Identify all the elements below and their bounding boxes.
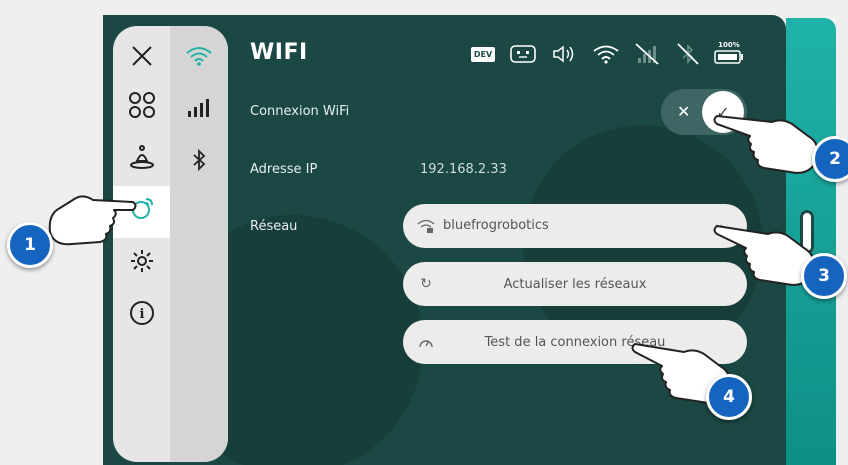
volume-icon bbox=[551, 42, 577, 66]
toggle-off-icon: ✕ bbox=[677, 102, 691, 121]
callout-badge-4: 4 bbox=[706, 374, 752, 420]
svg-text:i: i bbox=[139, 307, 144, 322]
ip-address-label: Adresse IP bbox=[250, 162, 318, 177]
sub-bluetooth-icon[interactable] bbox=[170, 134, 228, 186]
dev-badge: DEV bbox=[470, 42, 496, 66]
robot-bell-icon bbox=[128, 143, 156, 177]
refresh-networks-button[interactable]: ↻ Actualiser les réseaux bbox=[403, 262, 747, 306]
wifi-connection-label: Connexion WiFi bbox=[250, 104, 350, 119]
pointing-hand-icon bbox=[48, 195, 137, 246]
signal-off-icon bbox=[633, 42, 661, 66]
ip-address-value: 192.168.2.33 bbox=[420, 162, 507, 177]
bluetooth-off-icon bbox=[675, 42, 701, 66]
sidebar-item-apps[interactable] bbox=[113, 82, 170, 134]
page-title: WIFI bbox=[250, 40, 308, 65]
refresh-icon: ↻ bbox=[420, 276, 432, 292]
sub-wifi-icon[interactable] bbox=[170, 30, 228, 82]
refresh-networks-label: Actualiser les réseaux bbox=[503, 276, 647, 292]
network-selected-value: bluefrogrobotics bbox=[443, 218, 549, 233]
network-label: Réseau bbox=[250, 219, 298, 234]
wifi-icon bbox=[591, 42, 621, 66]
network-dropdown[interactable]: bluefrogrobotics ⌄ bbox=[403, 204, 747, 248]
robot-face-icon bbox=[509, 42, 537, 66]
battery-icon: 100% bbox=[712, 38, 746, 68]
wifi-lock-icon bbox=[417, 217, 435, 235]
speedometer-icon bbox=[417, 333, 435, 351]
close-icon[interactable] bbox=[113, 30, 170, 82]
sidebar-item-info[interactable]: i bbox=[113, 290, 170, 342]
sidebar-item-robot[interactable] bbox=[113, 134, 170, 186]
callout-badge-1: 1 bbox=[7, 222, 53, 268]
sub-cellular-icon[interactable] bbox=[170, 82, 228, 134]
clover-icon bbox=[127, 90, 157, 126]
info-icon: i bbox=[129, 300, 155, 332]
callout-badge-3: 3 bbox=[801, 253, 847, 299]
